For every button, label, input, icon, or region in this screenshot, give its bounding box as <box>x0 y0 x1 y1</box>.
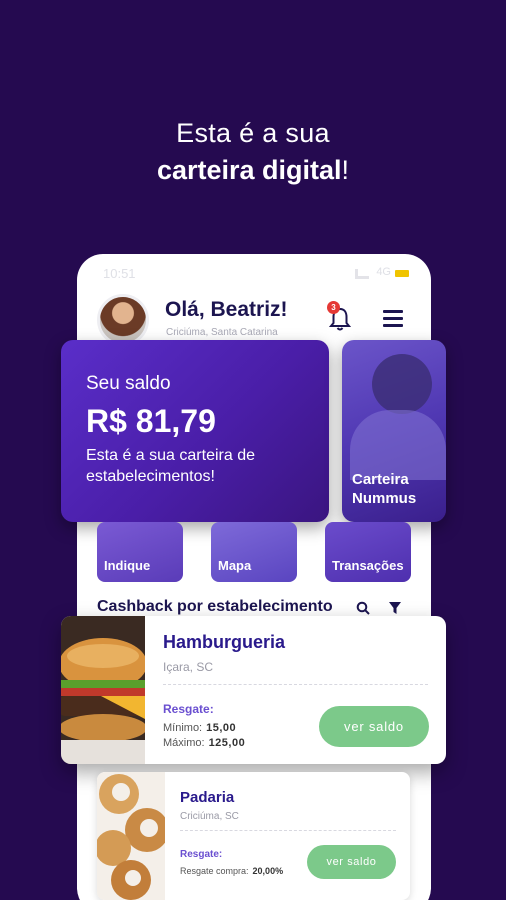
establishment-card-hamburgueria[interactable]: Hamburgueria Içara, SC Resgate: Mínimo: 1… <box>61 616 446 764</box>
resgate-min: Mínimo: 15,00 <box>163 722 237 734</box>
notification-badge: 3 <box>327 301 340 314</box>
resgate-max: Máximo: 125,00 <box>163 737 246 749</box>
headline-line2: carteira digital! <box>0 155 506 186</box>
divider <box>180 830 396 831</box>
search-icon[interactable] <box>356 601 370 615</box>
tile-label: Indique <box>104 558 151 573</box>
status-time: 10:51 <box>103 266 136 281</box>
headline-line1: Esta é a sua <box>176 118 330 148</box>
establishment-name: Padaria <box>180 789 235 806</box>
establishment-name: Hamburgueria <box>163 632 286 652</box>
resgate-label: Resgate: <box>163 702 214 716</box>
signal-icon <box>355 269 369 279</box>
headline-tail: ! <box>341 155 350 185</box>
nummus-title: Carteira Nummus <box>352 471 417 507</box>
ver-saldo-button[interactable]: ver saldo <box>307 845 396 879</box>
avatar[interactable] <box>97 294 149 346</box>
greeting: Olá, Beatriz! <box>165 298 288 321</box>
establishment-location: Içara, SC <box>163 660 214 674</box>
bread-image <box>97 772 165 900</box>
battery-icon <box>395 270 409 277</box>
resgate-label: Resgate: <box>180 849 223 860</box>
balance-description: Esta é a sua carteira de estabelecimento… <box>86 447 255 485</box>
tile-transacoes[interactable]: Transações <box>325 522 411 582</box>
burger-image <box>61 616 145 764</box>
divider <box>163 684 428 685</box>
person-photo <box>372 354 432 414</box>
balance-card[interactable]: Seu saldo R$ 81,79 Esta é a sua carteira… <box>61 340 329 522</box>
user-location: Criciúma, Santa Catarina <box>166 327 278 338</box>
nummus-wallet-card[interactable]: Carteira Nummus <box>342 340 446 522</box>
ver-saldo-button[interactable]: ver saldo <box>319 706 429 747</box>
hamburger-menu-icon[interactable] <box>383 310 403 328</box>
headline-bold: carteira digital <box>156 155 342 185</box>
tile-label: Transações <box>332 558 404 573</box>
cashback-section-title: Cashback por estabelecimento <box>97 598 333 615</box>
headline: Esta é a sua carteira digital! <box>0 118 506 186</box>
tile-mapa[interactable]: Mapa <box>211 522 297 582</box>
resgate-compra: Resgate compra: 20,00% <box>180 866 284 876</box>
network-label: 4G <box>376 266 391 278</box>
status-bar: 10:51 4G <box>77 254 431 294</box>
establishment-location: Criciúma, SC <box>180 811 239 822</box>
tile-label: Mapa <box>218 558 252 573</box>
balance-label: Seu saldo <box>86 373 171 394</box>
balance-value: R$ 81,79 <box>86 403 216 439</box>
tile-indique[interactable]: Indique <box>97 522 183 582</box>
establishment-card-padaria[interactable]: Padaria Criciúma, SC Resgate: Resgate co… <box>97 772 410 900</box>
filter-icon[interactable] <box>388 601 402 615</box>
